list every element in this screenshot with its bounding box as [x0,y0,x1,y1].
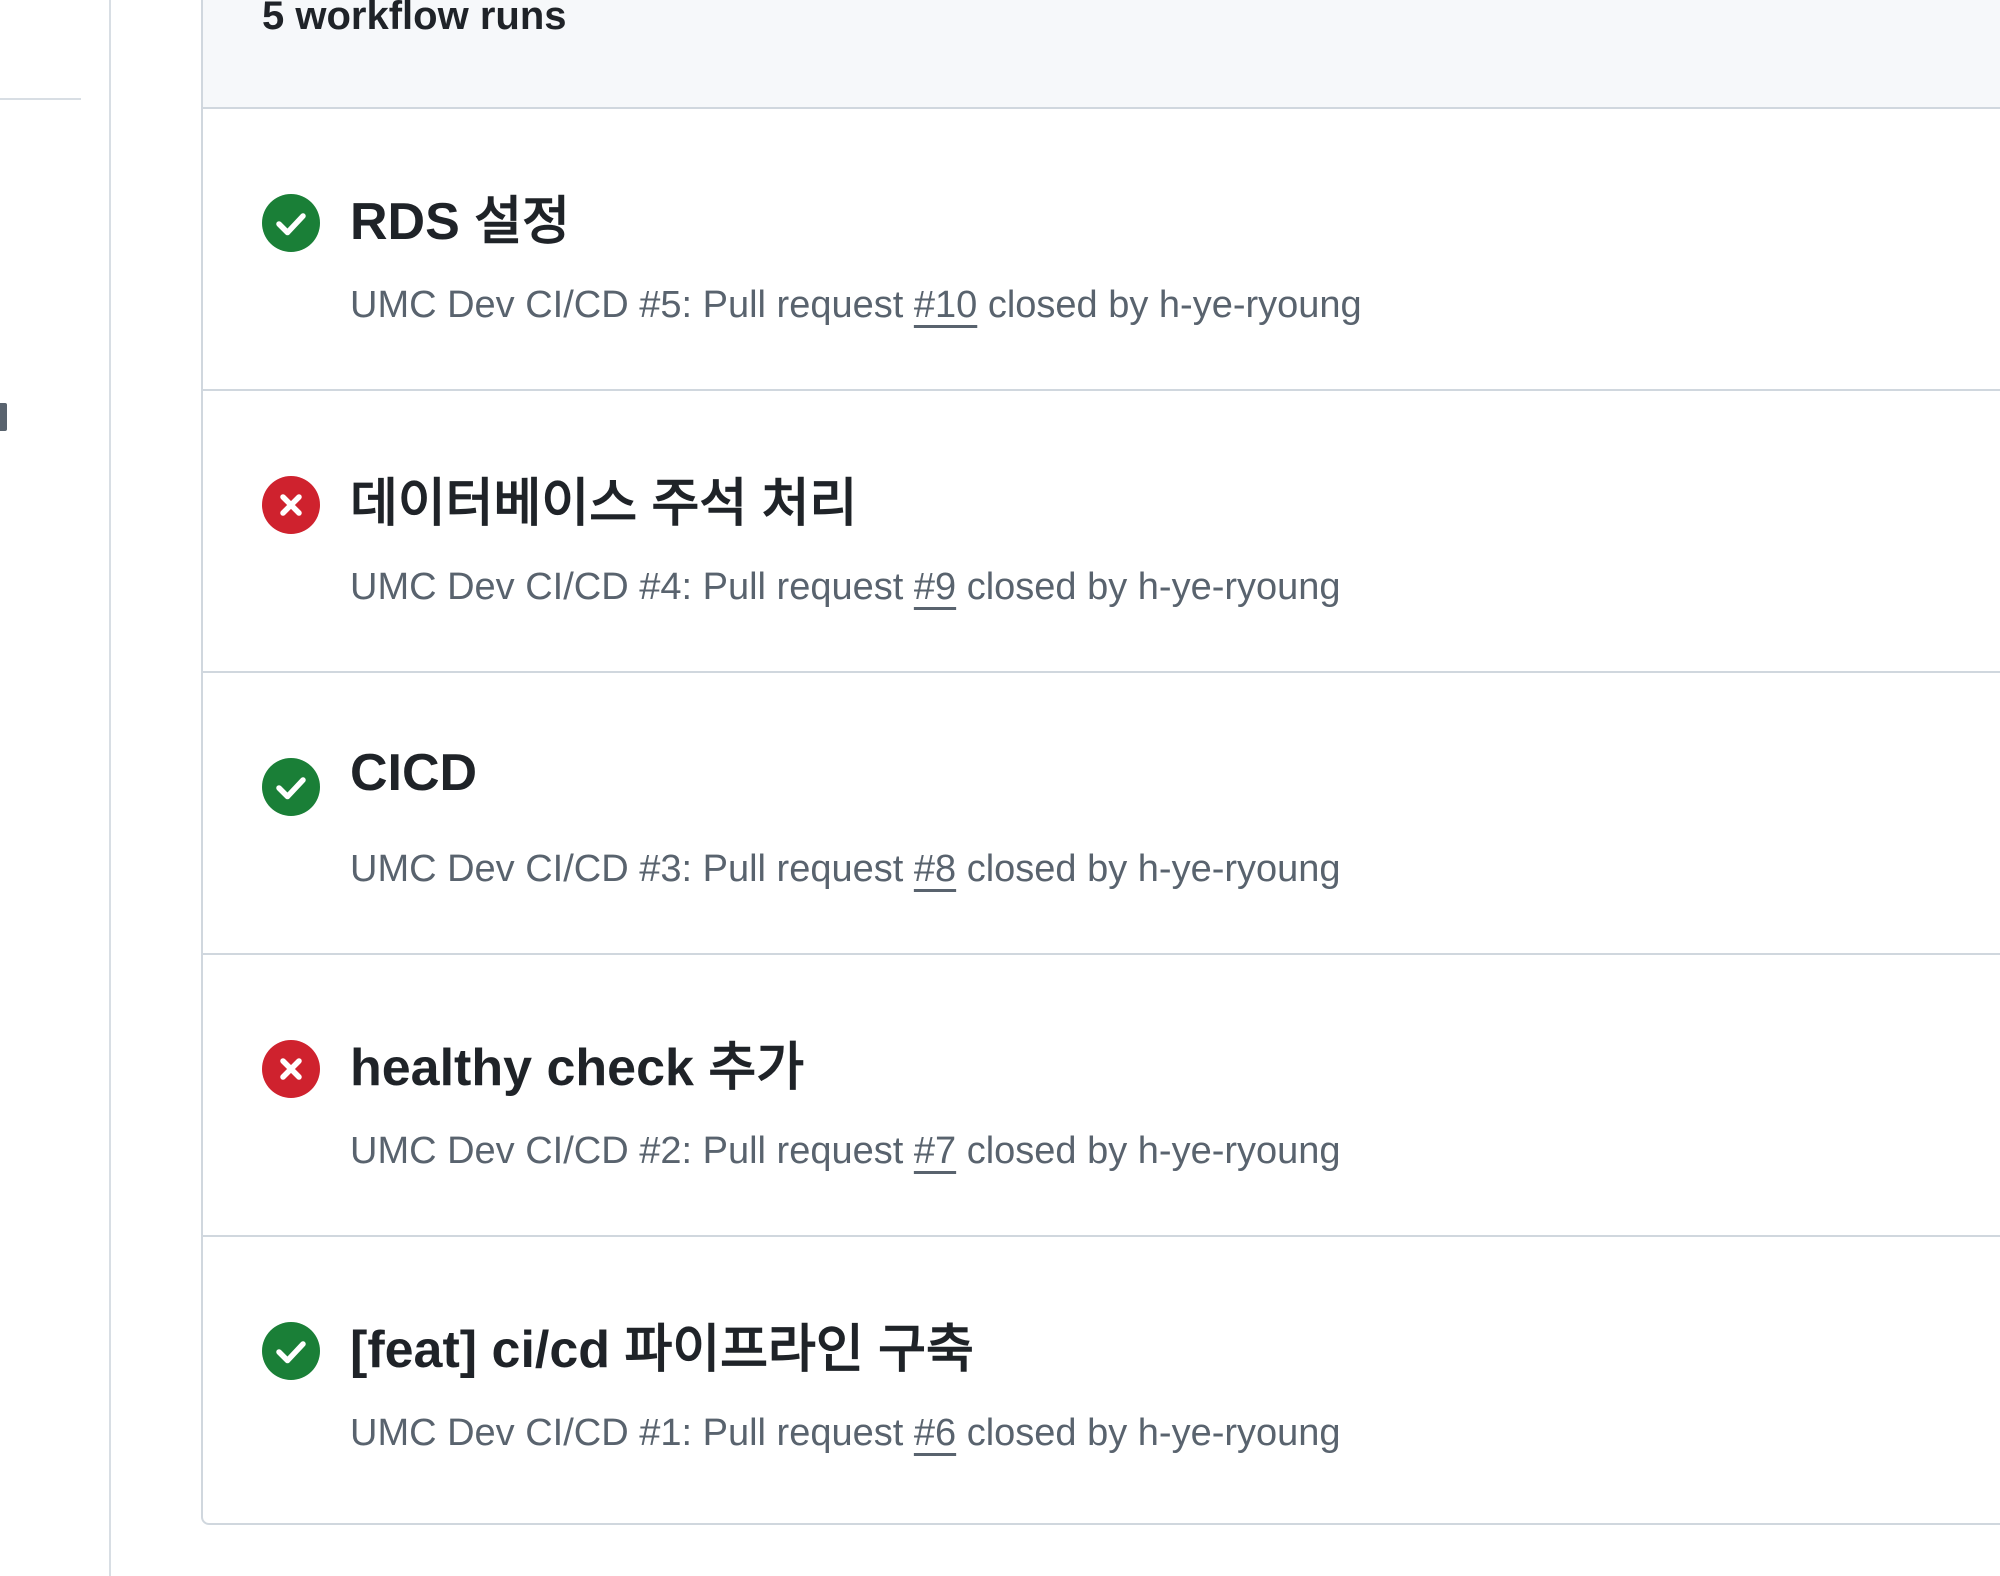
check-circle-icon [262,194,320,252]
x-circle-icon [262,1040,320,1098]
workflow-run-title[interactable]: 데이터베이스 주석 처리 [350,461,857,536]
workflow-run-title[interactable]: [feat] ci/cd 파이프라인 구축 [350,1307,974,1382]
sidebar-clipped-icon [0,403,7,431]
pull-request-link[interactable]: #10 [914,284,977,326]
workflow-runs-count: 5 workflow runs [262,0,567,38]
pull-request-link[interactable]: #7 [914,1130,956,1172]
left-sidebar [0,0,111,1576]
workflow-run-name: UMC Dev CI/CD #3: Pull request [350,848,904,890]
workflow-run-row[interactable]: CICD UMC Dev CI/CD #3: Pull request #8 c… [203,673,2000,955]
workflow-run-title[interactable]: RDS 설정 [350,179,570,254]
workflow-run-meta: UMC Dev CI/CD #3: Pull request #8 closed… [350,848,1341,891]
workflow-run-name: UMC Dev CI/CD #5: Pull request [350,284,904,326]
workflow-run-title[interactable]: CICD [350,743,477,803]
workflow-run-meta: UMC Dev CI/CD #2: Pull request #7 closed… [350,1130,1341,1173]
workflow-run-name: UMC Dev CI/CD #2: Pull request [350,1130,904,1172]
workflow-run-closed-by: closed by h-ye-ryoung [966,1130,1341,1172]
workflow-run-row[interactable]: RDS 설정 UMC Dev CI/CD #5: Pull request #1… [203,109,2000,391]
sidebar-divider [0,98,81,100]
workflow-run-name: UMC Dev CI/CD #1: Pull request [350,1412,904,1454]
workflow-runs-list: 5 workflow runs RDS 설정 UMC Dev CI/CD #5:… [201,0,2000,1525]
pull-request-link[interactable]: #9 [914,566,956,608]
check-circle-icon [262,1322,320,1380]
workflow-run-row[interactable]: 데이터베이스 주석 처리 UMC Dev CI/CD #4: Pull requ… [203,391,2000,673]
workflow-run-row[interactable]: healthy check 추가 UMC Dev CI/CD #2: Pull … [203,955,2000,1237]
workflow-run-title[interactable]: healthy check 추가 [350,1025,804,1100]
workflow-run-closed-by: closed by h-ye-ryoung [987,284,1362,326]
workflow-run-row[interactable]: [feat] ci/cd 파이프라인 구축 UMC Dev CI/CD #1: … [203,1237,2000,1519]
workflow-runs-header: 5 workflow runs [203,0,2000,109]
workflow-run-meta: UMC Dev CI/CD #4: Pull request #9 closed… [350,566,1341,609]
check-circle-icon [262,758,320,816]
workflow-run-meta: UMC Dev CI/CD #5: Pull request #10 close… [350,284,1362,327]
pull-request-link[interactable]: #8 [914,848,956,890]
workflow-run-meta: UMC Dev CI/CD #1: Pull request #6 closed… [350,1412,1341,1455]
x-circle-icon [262,476,320,534]
workflow-run-closed-by: closed by h-ye-ryoung [966,848,1341,890]
workflow-run-closed-by: closed by h-ye-ryoung [966,1412,1341,1454]
pull-request-link[interactable]: #6 [914,1412,956,1454]
workflow-run-name: UMC Dev CI/CD #4: Pull request [350,566,904,608]
workflow-run-closed-by: closed by h-ye-ryoung [966,566,1341,608]
